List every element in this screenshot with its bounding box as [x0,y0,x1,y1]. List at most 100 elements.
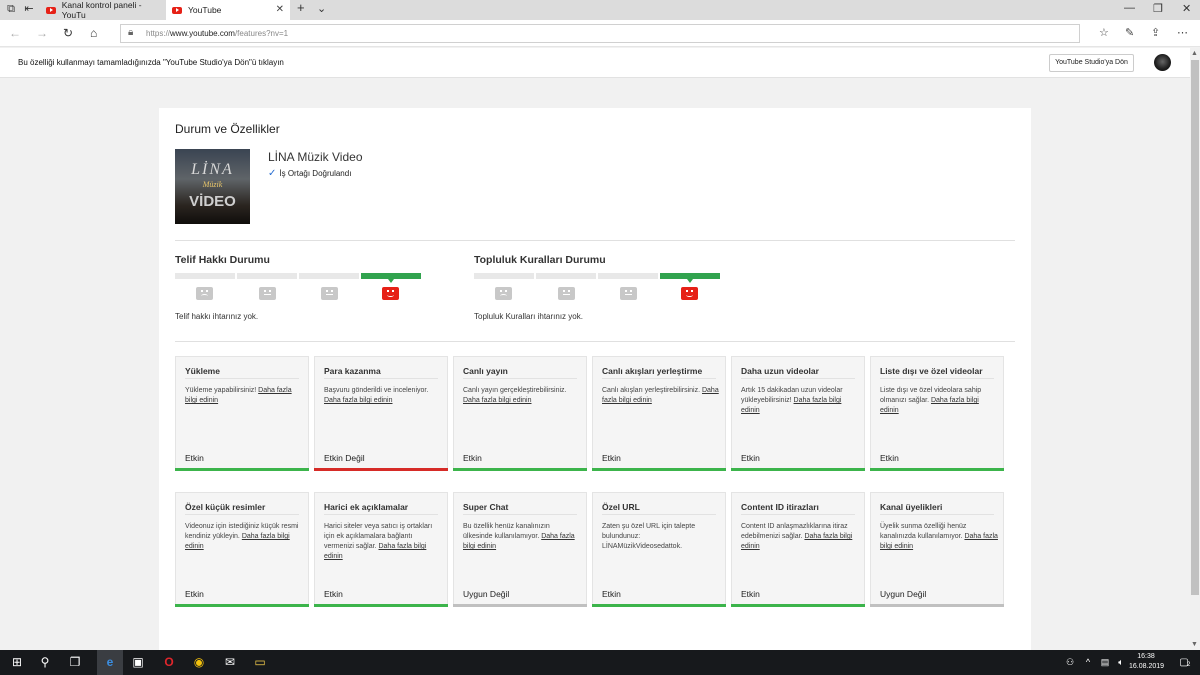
browser-tab-bar: ⧉ ⇤ Kanal kontrol paneli - YouTu YouTube… [0,0,1200,20]
favorites-icon[interactable]: ☆ [1099,26,1109,39]
status-indicator-bar [870,468,1004,471]
scroll-down-icon[interactable]: ▼ [1191,641,1198,648]
chrome-icon[interactable]: ◉ [190,654,208,671]
account-avatar[interactable] [1154,54,1171,71]
system-clock[interactable]: 16:38 16.08.2019 [1129,652,1164,672]
strike-level-bar [536,273,596,279]
community-status-title: Topluluk Kuralları Durumu [474,254,606,266]
channel-thumbnail: LİNA Müzik VİDEO [175,149,250,224]
strike-level-bar [299,273,359,279]
status-indicator-bar [870,604,1004,607]
feature-tile-custom-thumbnails: Özel küçük resimler Videonuz için istedi… [175,492,309,607]
feature-status: Etkin [741,453,760,463]
feature-tile-channel-memberships: Kanal üyelikleri Üyelik sunma özelliği h… [870,492,1004,607]
feature-title: Daha uzun videolar [741,366,819,376]
studio-notice-bar: Bu özelliği kullanmayı tamamladığınızda … [0,48,1190,78]
tab-label: Kanal kontrol paneli - YouTu [61,0,142,20]
feature-status: Etkin [463,453,482,463]
edge-browser-icon[interactable]: e [97,650,123,675]
divider [175,341,1015,342]
windows-start-icon[interactable]: ⊞ [8,654,26,671]
back-icon[interactable]: ← [9,26,21,40]
feature-description: Yükleme yapabilirsiniz! Daha fazla bilgi… [185,387,292,404]
divider [175,240,1015,241]
scroll-up-icon[interactable]: ▲ [1191,50,1198,57]
tab-label: YouTube [188,5,222,15]
feature-title: Liste dışı ve özel videolar [880,366,983,376]
address-bar[interactable]: 🔒︎ https://www.youtube.com/features?nv=1 [120,24,1080,43]
maximize-icon[interactable]: ❐ [1153,2,1163,15]
windows-taskbar: ⊞ ⚲ ❐ e ▣ O ◉ ✉ ▭ ⚇ ^ ▤ 🔈︎ 16:38 16.08.2… [0,650,1200,675]
people-icon[interactable]: ⚇ [1061,654,1079,671]
set-tabs-aside-icon[interactable]: ⇤ [23,3,35,15]
share-icon[interactable]: ⇪ [1151,26,1160,39]
task-view-icon[interactable]: ❐ [66,654,84,671]
feature-status: Etkin [602,453,621,463]
tab-preview-icon[interactable]: ⧉ [5,3,17,15]
learn-more-link[interactable]: Daha fazla bilgi edinin [463,397,532,404]
copyright-status: Telif Hakkı Durumu Telif hakkı ihtarınız… [175,254,435,324]
status-features-card: Durum ve Özellikler LİNA Müzik VİDEO LİN… [159,108,1031,650]
page-scrollbar[interactable]: ▲ ▼ [1190,48,1200,650]
feature-tile-monetization: Para kazanma Başvuru gönderildi ve incel… [314,356,448,471]
feature-description: Liste dışı ve özel videolara sahip olman… [880,387,982,414]
file-explorer-icon[interactable]: ▭ [251,654,269,671]
more-icon[interactable]: ⋯ [1177,26,1188,39]
neutral-face-icon [259,287,276,300]
forward-icon[interactable]: → [36,26,48,40]
close-window-icon[interactable]: ✕ [1182,2,1191,15]
new-tab-icon[interactable]: + [297,0,305,15]
sad-face-icon [495,287,512,300]
learn-more-link[interactable]: Daha fazla bilgi edinin [324,397,393,404]
feature-status: Etkin [185,589,204,599]
lock-icon: 🔒︎ [128,27,134,38]
opera-icon[interactable]: O [160,654,178,671]
tab-youtube[interactable]: YouTube ✕ [166,0,290,20]
web-note-icon[interactable]: ✎ [1125,26,1134,39]
neutral-face-icon [321,287,338,300]
tab-list-chevron-icon[interactable]: ⌄ [317,2,326,15]
feature-title: Harici ek açıklamalar [324,502,409,512]
store-icon[interactable]: ▣ [129,654,147,671]
feature-tile-embed-live: Canlı akışları yerleştirme Canlı akışlar… [592,356,726,471]
feature-description: Zaten şu özel URL için talepte bulundunu… [602,523,696,550]
feature-tile-external-annotations: Harici ek açıklamalar Harici siteler vey… [314,492,448,607]
feature-description: Videonuz için istediğiniz küçük resmi ke… [185,523,299,550]
feature-status: Etkin [185,453,204,463]
feature-title: Canlı akışları yerleştirme [602,366,703,376]
feature-status: Etkin [324,589,343,599]
community-status-text: Topluluk Kuralları ihtarınız yok. [474,312,583,321]
volume-icon[interactable]: 🔈︎ [1112,654,1130,671]
happy-face-icon [681,287,698,300]
refresh-icon[interactable]: ↻ [63,26,73,40]
feature-tile-upload: Yükleme Yükleme yapabilirsiniz! Daha faz… [175,356,309,471]
feature-tile-super-chat: Super Chat Bu özellik henüz kanalınızın … [453,492,587,607]
community-status: Topluluk Kuralları Durumu Topluluk Kural… [474,254,734,324]
mail-icon[interactable]: ✉ [221,654,239,671]
url-text: https://www.youtube.com/features?nv=1 [146,29,289,38]
sad-face-icon [196,287,213,300]
strike-level-bar [237,273,297,279]
home-icon[interactable]: ⌂ [90,26,97,40]
feature-status: Etkin [602,589,621,599]
feature-tile-longer-videos: Daha uzun videolar Artık 15 dakikadan uz… [731,356,865,471]
tab-dashboard[interactable]: Kanal kontrol paneli - YouTu [40,0,165,20]
minimize-icon[interactable]: — [1124,2,1135,14]
copyright-status-text: Telif hakkı ihtarınız yok. [175,312,259,321]
return-to-studio-button[interactable]: YouTube Studio'ya Dön [1049,54,1134,72]
feature-tile-unlisted-private: Liste dışı ve özel videolar Liste dışı v… [870,356,1004,471]
status-indicator-bar [731,468,865,471]
show-hidden-icons-icon[interactable]: ^ [1079,654,1097,671]
scrollbar-thumb[interactable] [1191,60,1199,595]
feature-title: Super Chat [463,502,509,512]
search-icon[interactable]: ⚲ [36,654,54,671]
feature-description: Başvuru gönderildi ve inceleniyor. Daha … [324,387,429,404]
feature-title: Canlı yayın [463,366,508,376]
feature-tile-content-id-appeals: Content ID itirazları Content ID anlaşma… [731,492,865,607]
status-indicator-bar [592,604,726,607]
feature-description: Content ID anlaşmazlıklarına itiraz edeb… [741,523,853,550]
neutral-face-icon [620,287,637,300]
feature-description: Bu özellik henüz kanalınızın ülkesinde k… [463,523,575,550]
close-tab-icon[interactable]: ✕ [276,4,284,15]
feature-tile-custom-url: Özel URL Zaten şu özel URL için talepte … [592,492,726,607]
